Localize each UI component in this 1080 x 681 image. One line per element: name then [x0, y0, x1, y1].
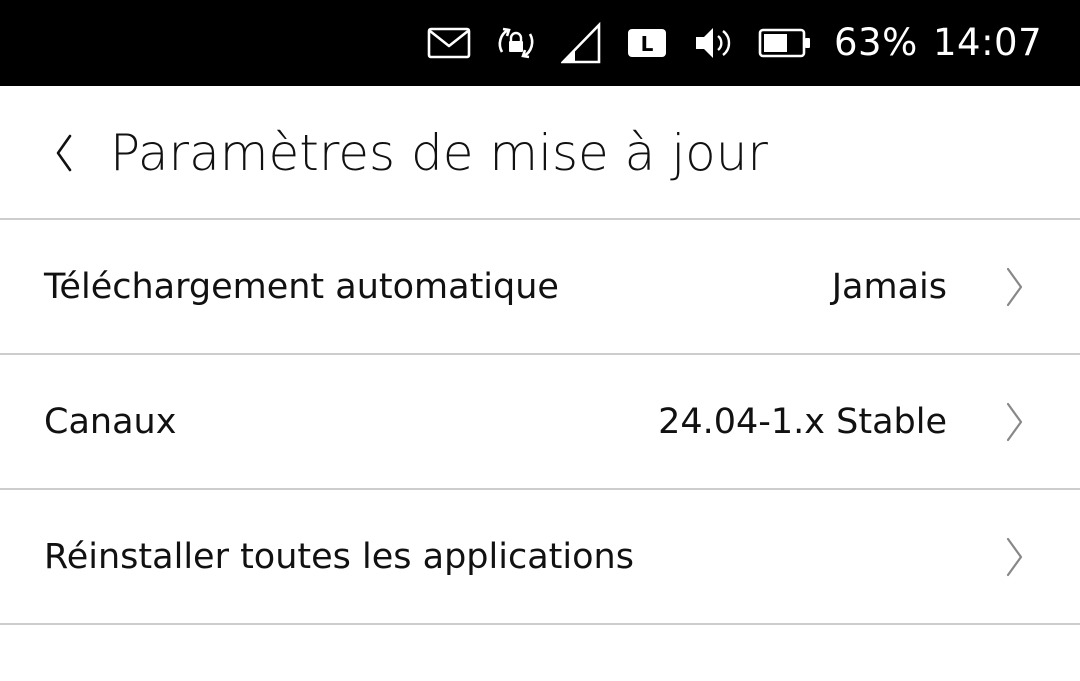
list-item-label: Canaux [44, 402, 177, 442]
lte-badge-icon: L [628, 29, 666, 57]
list-item-auto-download[interactable]: Téléchargement automatique Jamais [0, 220, 1080, 355]
chevron-right-icon [1006, 267, 1023, 307]
envelope-icon [427, 27, 471, 59]
status-bar: L 63% 14:07 [0, 0, 1080, 86]
battery-icon [758, 28, 810, 58]
chevron-right-icon [1006, 537, 1023, 577]
svg-text:L: L [641, 32, 654, 56]
chevron-left-icon[interactable] [40, 122, 96, 184]
rotation-lock-icon [498, 27, 534, 59]
list-item-channels[interactable]: Canaux 24.04-1.x Stable [0, 355, 1080, 490]
list-item-label: Réinstaller toutes les applications [44, 537, 634, 577]
clock: 14:07 [933, 21, 1043, 64]
list-item-reinstall-apps[interactable]: Réinstaller toutes les applications [0, 490, 1080, 625]
chevron-right-icon [1006, 402, 1023, 442]
list-item-value: Jamais [831, 267, 947, 307]
battery-percent: 63% [834, 21, 918, 64]
settings-list: Téléchargement automatique Jamais Canaux… [0, 220, 1080, 625]
volume-icon [696, 28, 731, 58]
list-item-value: 24.04-1.x Stable [658, 402, 947, 442]
page-title: Paramètres de mise à jour [110, 124, 768, 182]
cellular-signal-icon [561, 22, 601, 64]
list-item-label: Téléchargement automatique [44, 267, 559, 307]
page-header: Paramètres de mise à jour [0, 86, 1080, 220]
